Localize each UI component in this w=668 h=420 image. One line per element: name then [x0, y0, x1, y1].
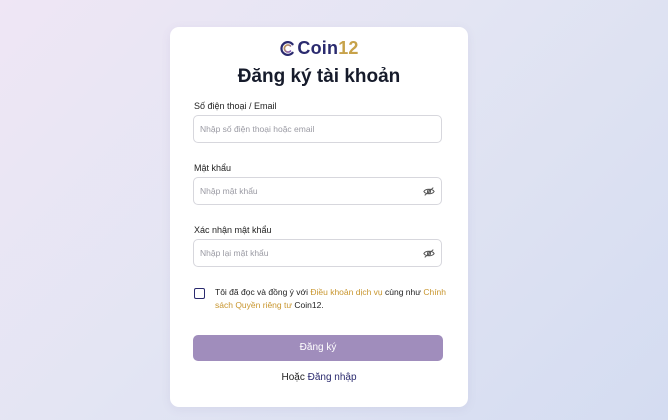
confirm-password-label: Xác nhận mật khẩu	[194, 225, 272, 235]
phone-email-field[interactable]	[193, 115, 442, 143]
brand-name: Coin12	[297, 37, 358, 59]
password-input[interactable]	[194, 178, 420, 204]
phone-email-label: Số điện thoại / Email	[194, 101, 277, 111]
brand-name-number: 12	[338, 38, 359, 58]
login-alternative: Hoặc Đăng nhập	[170, 371, 468, 385]
register-card: Coin12 Đăng ký tài khoản Số điện thoại /…	[170, 27, 468, 407]
agreement-text: Tôi đã đọc và đồng ý với Điều khoản dịch…	[215, 286, 450, 312]
agreement-middle: cùng như	[382, 287, 424, 297]
login-link[interactable]: Đăng nhập	[308, 372, 357, 383]
confirm-password-input[interactable]	[194, 240, 420, 266]
eye-slash-icon[interactable]	[423, 186, 435, 197]
coin-logo-icon	[280, 40, 295, 56]
confirm-password-field[interactable]	[193, 239, 442, 267]
terms-link[interactable]: Điều khoản dịch vụ	[310, 287, 382, 297]
agreement-prefix: Tôi đã đọc và đồng ý với	[215, 287, 311, 297]
brand-name-word: Coin	[297, 38, 339, 58]
brand-logo: Coin12	[170, 37, 468, 59]
password-field[interactable]	[193, 177, 442, 205]
phone-email-input[interactable]	[194, 116, 420, 142]
agree-checkbox[interactable]	[194, 288, 205, 299]
alt-prefix: Hoặc	[281, 372, 308, 383]
password-label: Mật khẩu	[194, 163, 232, 173]
register-button[interactable]: Đăng ký	[193, 335, 443, 361]
page-title: Đăng ký tài khoản	[237, 66, 401, 87]
agreement-suffix: Coin12.	[292, 300, 324, 310]
eye-slash-icon[interactable]	[423, 248, 435, 259]
